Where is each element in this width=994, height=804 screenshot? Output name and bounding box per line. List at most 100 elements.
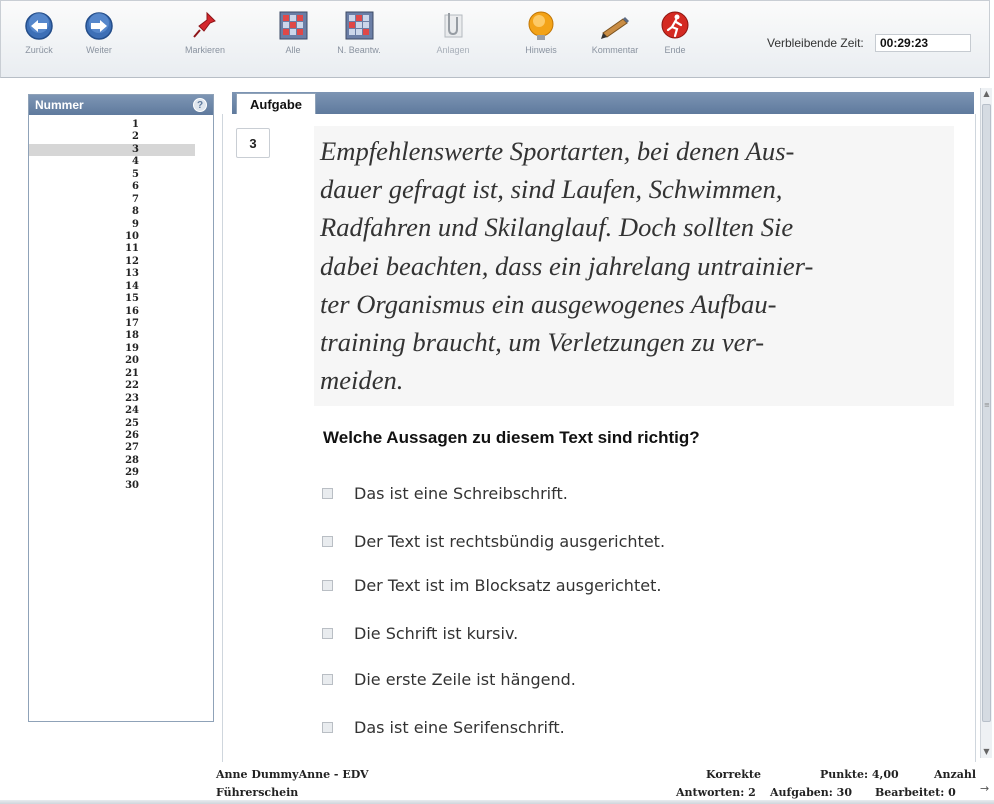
attachments-button[interactable]: Anlagen (425, 7, 481, 69)
back-arrow-icon (25, 12, 53, 40)
question-number-item[interactable]: 14 (29, 281, 195, 293)
question-number-item[interactable]: 12 (29, 256, 195, 268)
comment-button[interactable]: Kommentar (587, 7, 643, 69)
resize-arrow-icon[interactable]: → (980, 782, 989, 795)
status-bar: Anne DummyAnne - EDV Führerschein Korrek… (0, 764, 994, 804)
status-correct-label: Korrekte (706, 768, 761, 781)
question-number-list: 1 2 3 4 5 6 7 8 9 10 11 12 13 14 15 16 17 18 19 20 21 22 23 24 2… (29, 115, 213, 492)
question-number-item[interactable]: 29 (29, 467, 195, 479)
question-number-item[interactable]: 22 (29, 380, 195, 392)
forward-arrow-icon (85, 12, 113, 40)
unanswered-button[interactable]: N. Beantw. (331, 7, 387, 69)
answer-checkbox[interactable] (322, 535, 333, 547)
question-number-item[interactable]: 9 (29, 219, 195, 231)
question-number-item[interactable]: 8 (29, 206, 195, 218)
tab-strip (232, 92, 974, 114)
status-exam: Führerschein (216, 786, 299, 799)
question-number-item[interactable]: 30 (29, 480, 195, 492)
comment-button-label: Kommentar (591, 45, 639, 55)
question-number-item[interactable]: 17 (29, 318, 195, 330)
remaining-time-value: 00:29:23 (875, 34, 971, 52)
answer-option[interactable]: Das ist eine Schreibschrift. (322, 481, 568, 505)
question-number-item[interactable]: 6 (29, 181, 195, 193)
all-button-label: Alle (285, 45, 301, 55)
attachments-button-label: Anlagen (436, 45, 470, 55)
question-number-item[interactable]: 23 (29, 393, 195, 405)
answer-checkbox[interactable] (322, 579, 333, 591)
mark-button-label: Markieren (184, 45, 225, 55)
remaining-time-label: Verbleibende Zeit: (767, 36, 864, 50)
answer-option[interactable]: Der Text ist rechtsbündig ausgerichtet. (322, 529, 665, 553)
status-user: Anne DummyAnne - EDV (216, 768, 369, 781)
tab-aufgabe[interactable]: Aufgabe (236, 93, 316, 115)
question-number-item[interactable]: 27 (29, 442, 195, 454)
question-number-item[interactable]: 16 (29, 306, 195, 318)
answer-checkbox[interactable] (322, 487, 333, 499)
question-number-item[interactable]: 7 (29, 194, 195, 206)
answer-checkbox[interactable] (322, 673, 333, 685)
question-number-item[interactable]: 3 (29, 143, 195, 157)
question-number-item[interactable]: 11 (29, 243, 195, 255)
lightbulb-icon (528, 11, 554, 40)
all-button[interactable]: Alle (265, 7, 321, 69)
passage-text: Empfehlenswerte Sportarten, bei denen Au… (320, 132, 932, 399)
answer-option[interactable]: Die Schrift ist kursiv. (322, 621, 518, 645)
question-number-item[interactable]: 24 (29, 405, 195, 417)
answer-option-label: Der Text ist rechtsbündig ausgerichtet. (354, 531, 666, 551)
exit-runner-icon (661, 11, 689, 39)
answer-checkbox[interactable] (322, 627, 333, 639)
status-points: Punkte: 4,00 (820, 768, 899, 781)
pin-icon (193, 11, 216, 38)
paperclip-icon (444, 13, 463, 38)
answer-option-label: Die Schrift ist kursiv. (354, 623, 519, 643)
answer-option[interactable]: Das ist eine Serifenschrift. (322, 715, 565, 739)
question-number-item[interactable]: 10 (29, 231, 195, 243)
passage-line: ter Organismus ein ausgewogenes Aufbau- (320, 288, 777, 319)
question-number-item[interactable]: 25 (29, 418, 195, 430)
passage-line: training braucht, um Verletzungen zu ver… (320, 327, 765, 358)
question-number-badge: 3 (236, 128, 270, 158)
help-icon[interactable]: ? (193, 98, 207, 112)
forward-button[interactable]: Weiter (71, 7, 127, 69)
end-button[interactable]: Ende (647, 7, 703, 69)
grid-unanswered-icon (345, 11, 374, 40)
question-number-item[interactable]: 4 (29, 156, 195, 168)
question-number-item[interactable]: 15 (29, 293, 195, 305)
forward-button-label: Weiter (86, 45, 112, 55)
answer-option[interactable]: Die erste Zeile ist hängend. (322, 667, 576, 691)
answer-option-label: Die erste Zeile ist hängend. (354, 669, 576, 689)
question-number-item[interactable]: 5 (29, 169, 195, 181)
answer-option[interactable]: Der Text ist im Blocksatz ausgerichtet. (322, 573, 661, 597)
status-count-label: Anzahl (934, 768, 977, 781)
scroll-grip-icon: ≡ (984, 401, 990, 409)
question-number-item[interactable]: 20 (29, 355, 195, 367)
question-number-item[interactable]: 1 (29, 119, 195, 131)
answer-option-label: Das ist eine Schreibschrift. (354, 483, 568, 503)
window-bottom-border (0, 800, 994, 804)
answer-checkbox[interactable] (322, 721, 333, 733)
question-number-item[interactable]: 26 (29, 430, 195, 442)
question-number-item[interactable]: 21 (29, 368, 195, 380)
status-tasks: Aufgaben: 30 (770, 786, 852, 799)
scroll-down-icon[interactable]: ▼ (981, 746, 992, 758)
passage-line: dabei beachten, dass ein jahrelang untra… (320, 250, 814, 281)
passage-line: meiden. (320, 365, 404, 396)
question-number-item[interactable]: 13 (29, 268, 195, 280)
question-number-item[interactable]: 2 (29, 131, 195, 143)
question-number-item[interactable]: 28 (29, 455, 195, 467)
back-button[interactable]: Zurück (11, 7, 67, 69)
vertical-scrollbar[interactable]: ▲ ≡ ▼ (980, 88, 992, 758)
end-button-label: Ende (664, 45, 686, 55)
grid-all-icon (279, 11, 308, 40)
question-number-item[interactable]: 18 (29, 330, 195, 342)
hint-button[interactable]: Hinweis (513, 7, 569, 69)
scroll-up-icon[interactable]: ▲ (981, 88, 992, 100)
question-number-item[interactable]: 19 (29, 343, 195, 355)
toolbar: Zurück Weiter Markieren Alle N. Beantw. … (0, 0, 990, 78)
mark-button[interactable]: Markieren (177, 7, 233, 69)
status-answers: Antworten: 2 (676, 786, 756, 799)
unanswered-button-label: N. Beantw. (337, 45, 381, 55)
passage-line: Empfehlenswerte Sportarten, bei denen Au… (320, 136, 795, 166)
scrollbar-thumb[interactable]: ≡ (982, 104, 991, 722)
status-edited: Bearbeitet: 0 (875, 786, 956, 799)
